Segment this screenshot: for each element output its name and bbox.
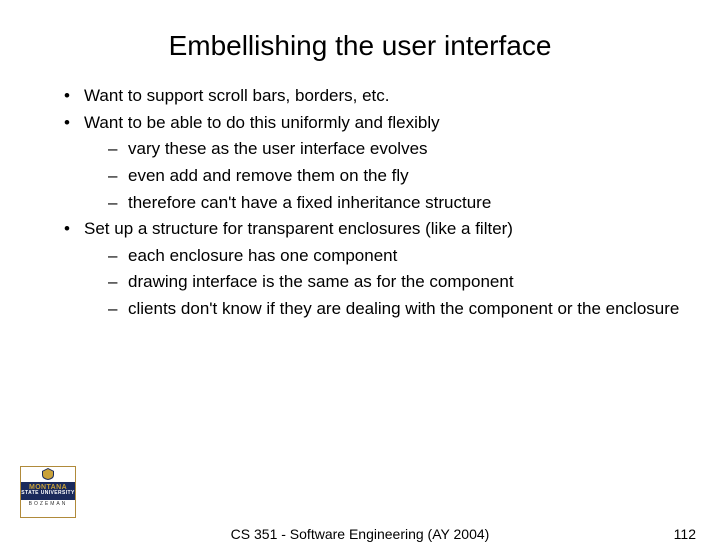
bullet-text: Want to be able to do this uniformly and… bbox=[84, 113, 440, 132]
bullet-list: Want to support scroll bars, borders, et… bbox=[60, 84, 680, 322]
sub-bullet-item: therefore can't have a fixed inheritance… bbox=[104, 191, 680, 216]
sub-bullet-item: vary these as the user interface evolves bbox=[104, 137, 680, 162]
sub-bullet-list: vary these as the user interface evolves… bbox=[104, 137, 680, 215]
bullet-text: drawing interface is the same as for the… bbox=[128, 272, 514, 291]
bullet-text: clients don't know if they are dealing w… bbox=[128, 299, 679, 318]
logo-text: MONTANA STATE UNIVERSITY bbox=[21, 482, 75, 500]
slide: Embellishing the user interface Want to … bbox=[0, 0, 720, 540]
slide-title: Embellishing the user interface bbox=[40, 30, 680, 62]
bullet-text: even add and remove them on the fly bbox=[128, 166, 409, 185]
logo-line2: STATE UNIVERSITY bbox=[21, 491, 75, 496]
sub-bullet-item: even add and remove them on the fly bbox=[104, 164, 680, 189]
sub-bullet-item: clients don't know if they are dealing w… bbox=[104, 297, 680, 322]
bullet-text: each enclosure has one component bbox=[128, 246, 397, 265]
bullet-item: Want to support scroll bars, borders, et… bbox=[60, 84, 680, 109]
logo-crest-icon bbox=[21, 468, 75, 482]
bullet-item: Want to be able to do this uniformly and… bbox=[60, 111, 680, 216]
bullet-text: vary these as the user interface evolves bbox=[128, 139, 428, 158]
sub-bullet-list: each enclosure has one component drawing… bbox=[104, 244, 680, 322]
logo-city: BOZEMAN bbox=[21, 500, 75, 507]
bullet-text: therefore can't have a fixed inheritance… bbox=[128, 193, 491, 212]
sub-bullet-item: drawing interface is the same as for the… bbox=[104, 270, 680, 295]
bullet-item: Set up a structure for transparent enclo… bbox=[60, 217, 680, 322]
university-logo: MONTANA STATE UNIVERSITY BOZEMAN bbox=[20, 466, 76, 518]
bullet-text: Set up a structure for transparent enclo… bbox=[84, 219, 513, 238]
bullet-text: Want to support scroll bars, borders, et… bbox=[84, 86, 390, 105]
sub-bullet-item: each enclosure has one component bbox=[104, 244, 680, 269]
